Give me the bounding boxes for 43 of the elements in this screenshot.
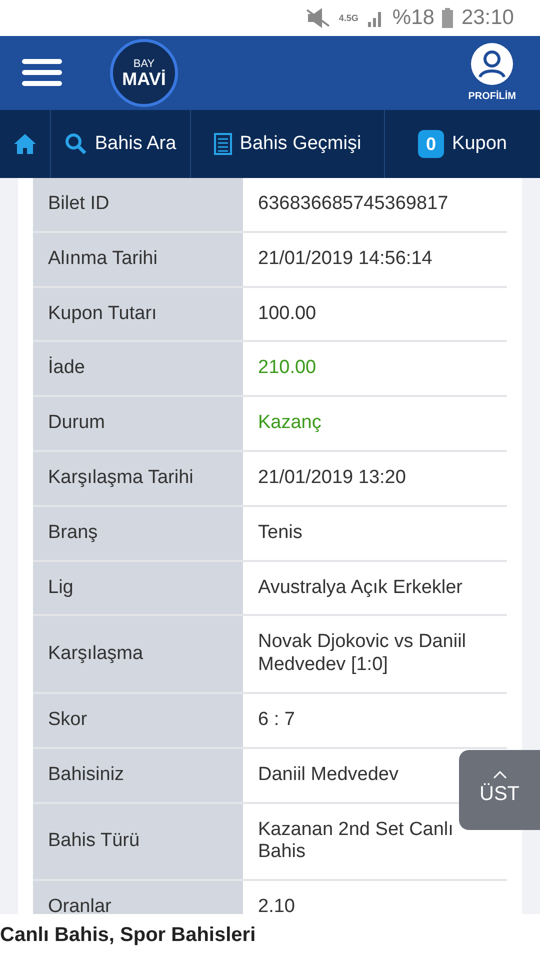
list-icon	[214, 133, 232, 155]
detail-value: 210.00	[257, 356, 318, 380]
detail-label: Alınma Tarihi	[33, 232, 243, 286]
detail-label: Oranlar	[33, 881, 243, 914]
caret-icon	[492, 771, 506, 779]
count-badge: 0	[418, 130, 444, 158]
detail-label: Durum	[33, 397, 243, 450]
badge-tab[interactable]: 0 Kupon	[385, 110, 540, 178]
detail-value: 100.00	[257, 302, 318, 326]
detail-label: İade	[33, 342, 243, 396]
detail-label: Bilet ID	[33, 178, 243, 231]
detail-label: Skor	[33, 694, 243, 747]
detail-value: Kazanan 2nd Set Canlı Bahis	[257, 818, 454, 864]
detail-value: 21/01/2019 13:20	[257, 466, 407, 490]
detail-label: Branş	[33, 506, 243, 560]
clock: 23:10	[461, 5, 514, 32]
detail-label: Karşılaşma Tarihi	[33, 452, 243, 505]
detail-value: 636836685745369817	[257, 192, 450, 216]
detail-value: Daniil Medvedev	[257, 762, 400, 787]
detail-label: Bahisiniz	[33, 748, 243, 802]
detail-value: Novak Djokovic vs Daniil Medvedev [1:0]	[257, 630, 468, 678]
detail-value: 21/01/2019 14:56:14	[257, 246, 434, 271]
profile-label[interactable]: PROFİLİM	[468, 88, 516, 104]
network-type: 4.5G	[338, 14, 358, 22]
battery-icon	[442, 8, 454, 28]
detail-value: Avustralya Açık Erkekler	[257, 576, 464, 600]
menu-icon[interactable]	[22, 57, 62, 89]
scroll-top-button[interactable]: ÜST	[459, 750, 540, 830]
detail-value: 2.10	[257, 895, 296, 914]
search-icon	[64, 133, 87, 155]
detail-label: Kupon Tutarı	[33, 288, 243, 340]
battery-percent: %18	[392, 5, 434, 32]
profile-icon[interactable]	[471, 42, 514, 84]
logo[interactable]: BAY MAVİ	[110, 39, 178, 107]
mute-icon	[304, 8, 331, 28]
home-icon	[14, 134, 36, 154]
detail-value: Tenis	[257, 520, 304, 545]
detail-label: Lig	[33, 562, 243, 614]
detail-value: Kazanç	[257, 411, 322, 436]
footer-text: Canlı Bahis, Spor Bahisleri	[0, 923, 257, 948]
detail-label: Bahis Türü	[33, 804, 243, 880]
detail-value: 6 : 7	[257, 708, 296, 732]
detail-label: Karşılaşma	[33, 616, 243, 692]
